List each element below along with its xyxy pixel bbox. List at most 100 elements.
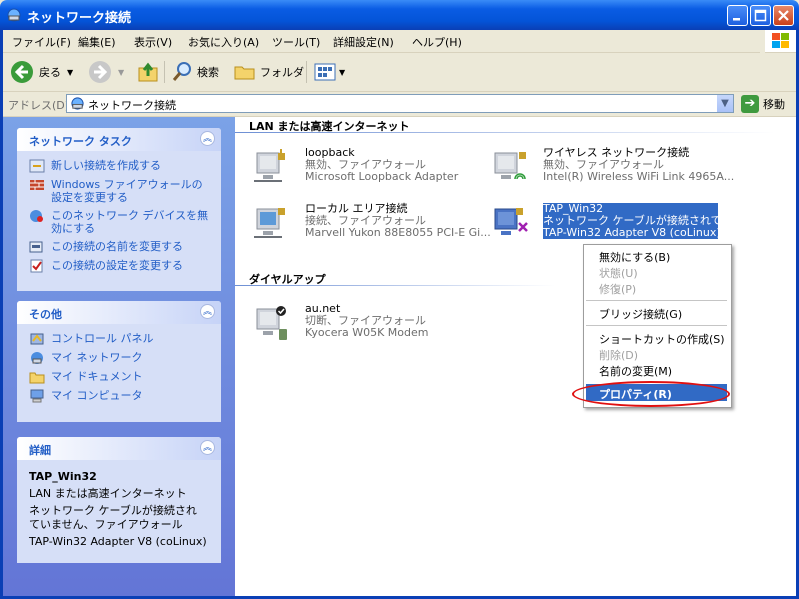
place-control-panel[interactable]: コントロール パネル (29, 332, 213, 346)
back-arrow-icon (11, 61, 33, 83)
lan-connection-icon (254, 208, 285, 238)
place-my-documents[interactable]: マイ ドキュメント (29, 370, 213, 384)
views-button[interactable]: ▼ (313, 60, 345, 84)
connection-device: Microsoft Loopback Adapter (305, 170, 459, 183)
menu-view[interactable]: 表示(V) (134, 34, 172, 50)
window-title: ネットワーク接続 (27, 11, 132, 26)
forward-button[interactable]: ▼ (88, 60, 124, 84)
menu-favorites[interactable]: お気に入り(A) (188, 34, 259, 50)
windows-logo (765, 30, 799, 53)
close-button[interactable] (773, 5, 794, 26)
settings-check-icon (30, 259, 43, 273)
task-firewall-settings[interactable]: Windows ファイアウォールの設定を変更する (29, 178, 213, 204)
highlight-annotation (572, 381, 730, 407)
details-name: TAP_Win32 (29, 470, 97, 483)
place-my-network[interactable]: マイ ネットワーク (29, 351, 213, 365)
network-connections-icon (71, 97, 84, 110)
connection-local-area[interactable]: ローカル エリア接続 接続、ファイアウォール Marvell Yukon 88E… (251, 203, 491, 247)
menu-item-rename[interactable]: 名前の変更(M) (599, 363, 672, 379)
connection-device: Intel(R) Wireless WiFi Link 4965A... (543, 170, 735, 183)
forward-dropdown-icon[interactable]: ▼ (118, 68, 124, 77)
task-pane: ネットワーク タスク ︽ 新しい接続を作成する Windows ファイアウォール… (3, 117, 235, 596)
go-arrow-icon: ➔ (741, 95, 759, 113)
collapse-chevron-icon[interactable]: ︽ (200, 131, 215, 146)
disable-network-icon (30, 210, 43, 222)
explorer-window: ネットワーク接続 ファイル(F) 編集(E) 表示(V) お気に入り(A) ツー… (0, 0, 799, 599)
connection-au-net[interactable]: au.net 切断、ファイアウォール Kyocera W05K Modem (251, 303, 491, 347)
menu-item-bridge[interactable]: ブリッジ接続(G) (599, 306, 682, 322)
back-label: 戻る (39, 66, 61, 79)
details-title: 詳細 (29, 444, 51, 457)
address-value: ネットワーク接続 (88, 99, 176, 112)
rename-icon (29, 241, 43, 253)
search-icon (172, 62, 191, 81)
connection-loopback[interactable]: loopback 無効、ファイアウォール Microsoft Loopback … (251, 147, 491, 191)
menu-advanced[interactable]: 詳細設定(N) (333, 34, 394, 50)
lan-disconnected-icon (494, 208, 528, 235)
details-adapter: TAP-Win32 Adapter V8 (coLinux) (29, 535, 207, 548)
other-places-panel: その他 ︽ コントロール パネル マイ ネットワーク マイ ドキュメント マイ … (17, 301, 221, 422)
menu-bar: ファイル(F) 編集(E) 表示(V) お気に入り(A) ツール(T) 詳細設定… (0, 30, 760, 53)
collapse-chevron-icon[interactable]: ︽ (200, 304, 215, 319)
menu-tools[interactable]: ツール(T) (272, 34, 320, 50)
connection-device: Marvell Yukon 88E8055 PCI-E Gi... (305, 226, 491, 239)
menu-item-create-shortcut[interactable]: ショートカットの作成(S) (599, 331, 725, 347)
task-change-settings[interactable]: この接続の設定を変更する (29, 259, 213, 273)
address-label: アドレス(D) (8, 99, 70, 112)
menu-edit[interactable]: 編集(E) (78, 34, 116, 50)
menu-item-disable[interactable]: 無効にする(B) (599, 249, 670, 265)
forward-arrow-icon (89, 61, 111, 83)
details-type: LAN または高速インターネット (29, 487, 187, 500)
my-network-icon (31, 352, 43, 364)
up-folder-icon (138, 62, 158, 82)
task-rename-connection[interactable]: この接続の名前を変更する (29, 240, 213, 254)
back-dropdown-icon[interactable]: ▼ (67, 68, 73, 77)
place-my-computer[interactable]: マイ コンピュータ (29, 389, 213, 403)
toolbar: 戻る ▼ ▼ 検索 フォルダ ▼ (0, 53, 799, 92)
views-dropdown-icon[interactable]: ▼ (339, 68, 345, 77)
title-bar: ネットワーク接続 (0, 0, 799, 30)
details-status: ネットワーク ケーブルが接続されていません、ファイアウォール (29, 504, 197, 531)
wireless-connection-icon (494, 152, 526, 180)
task-disable-device[interactable]: このネットワーク デバイスを無効にする (29, 209, 213, 235)
details-header[interactable]: 詳細 ︽ (17, 437, 221, 460)
address-bar: アドレス(D) ネットワーク接続 ▼ ➔ 移動 (0, 92, 799, 117)
minimize-button[interactable] (727, 5, 748, 26)
network-tasks-header[interactable]: ネットワーク タスク ︽ (17, 128, 221, 151)
menu-item-status: 状態(U) (599, 267, 638, 280)
address-dropdown-icon[interactable]: ▼ (717, 95, 733, 112)
connection-device: TAP-Win32 Adapter V8 (coLinux) (543, 226, 718, 239)
collapse-chevron-icon[interactable]: ︽ (200, 440, 215, 455)
other-places-title: その他 (29, 308, 62, 321)
network-tasks-panel: ネットワーク タスク ︽ 新しい接続を作成する Windows ファイアウォール… (17, 128, 221, 291)
up-folder-button[interactable] (136, 60, 160, 84)
lan-connection-icon (254, 149, 285, 182)
connection-tap-win32[interactable]: TAP_Win32 ネットワーク ケーブルが接続されてい... TAP-Win3… (489, 203, 729, 247)
folders-button[interactable]: フォルダ (233, 60, 304, 84)
folders-label: フォルダ (260, 66, 304, 79)
connection-device: Kyocera W05K Modem (305, 326, 429, 339)
go-label: 移動 (763, 98, 785, 111)
task-new-connection[interactable]: 新しい接続を作成する (29, 159, 213, 173)
other-places-header[interactable]: その他 ︽ (17, 301, 221, 324)
menu-item-repair: 修復(P) (599, 283, 637, 296)
folders-icon (234, 66, 255, 80)
new-connection-icon (29, 159, 45, 173)
firewall-icon (30, 180, 44, 190)
back-button[interactable]: 戻る ▼ (10, 60, 73, 84)
my-computer-icon (30, 389, 44, 403)
address-input[interactable]: ネットワーク接続 ▼ (66, 94, 734, 113)
menu-file[interactable]: ファイル(F) (12, 34, 71, 50)
search-label: 検索 (197, 66, 219, 79)
menu-item-delete: 削除(D) (599, 349, 639, 362)
menu-help[interactable]: ヘルプ(H) (412, 34, 462, 50)
dialup-connection-icon (256, 306, 287, 340)
connection-wireless[interactable]: ワイヤレス ネットワーク接続 無効、ファイアウォール Intel(R) Wire… (489, 147, 734, 191)
control-panel-icon (30, 333, 44, 345)
go-button[interactable]: ➔ 移動 (741, 95, 785, 113)
my-documents-icon (29, 372, 45, 384)
maximize-button[interactable] (750, 5, 771, 26)
network-connections-icon (7, 8, 21, 22)
details-panel: 詳細 ︽ TAP_Win32 LAN または高速インターネット ネットワーク ケ… (17, 437, 221, 563)
search-button[interactable]: 検索 (170, 60, 219, 84)
